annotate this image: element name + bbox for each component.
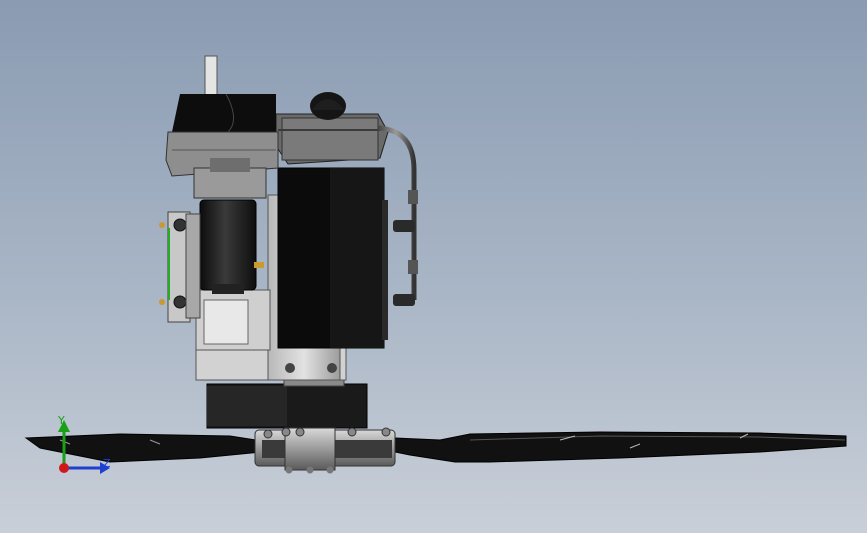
starter-motor: [199, 199, 264, 294]
mount-bracket: [159, 211, 201, 323]
z-axis-label: Z: [103, 457, 111, 470]
propeller: [24, 431, 847, 463]
cooling-fan: [275, 92, 389, 165]
cad-viewport[interactable]: Y Z: [0, 0, 867, 533]
y-axis-label: Y: [57, 414, 65, 427]
cylinder-block: [277, 167, 388, 349]
engine-assembly-model[interactable]: Y Z: [0, 0, 867, 533]
x-axis: [59, 463, 69, 473]
intake-housing: [165, 55, 279, 199]
propeller-hub: [254, 427, 396, 474]
